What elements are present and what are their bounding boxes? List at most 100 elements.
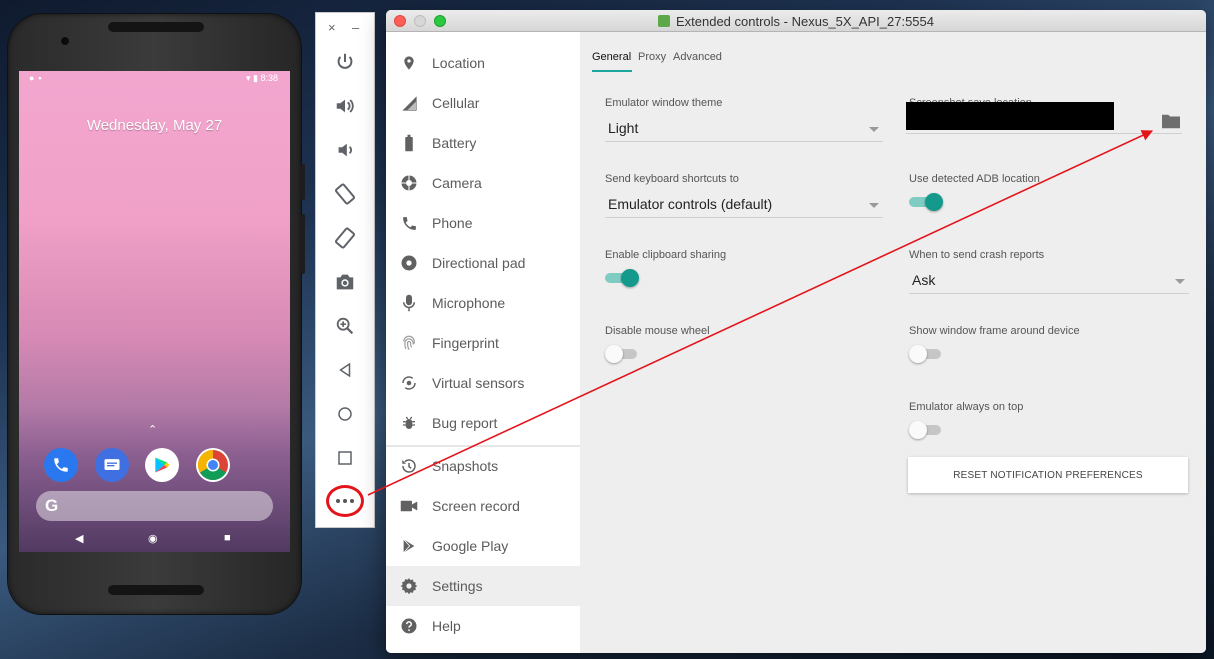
device-nav-bar: ◀ ◉ ■ (19, 528, 290, 552)
android-app-icon (657, 15, 670, 27)
sidebar-item-settings[interactable]: Settings (386, 566, 580, 606)
bottom-speaker (108, 585, 204, 595)
sidebar-item-label: Microphone (432, 295, 506, 311)
phone-icon (386, 203, 432, 243)
window-title: Extended controls - Nexus_5X_API_27:5554 (386, 14, 1206, 29)
tab-advanced[interactable]: Advanced (673, 51, 722, 63)
window-frame-toggle[interactable] (909, 344, 943, 364)
screenshot-path-redacted[interactable] (906, 102, 1114, 130)
tab-active-indicator (592, 70, 632, 72)
phone-icon[interactable] (44, 448, 78, 482)
rotate-left-icon[interactable] (330, 179, 360, 209)
battery-icon (386, 123, 432, 163)
mouse-wheel-toggle[interactable] (605, 344, 639, 364)
nav-back-icon[interactable]: ◀ (75, 532, 83, 545)
extended-controls-sidebar: Location Cellular Battery Camera Phone D… (386, 32, 580, 653)
sidebar-item-fingerprint[interactable]: Fingerprint (386, 323, 580, 363)
emulator-toolbar: × – (315, 12, 375, 528)
messages-icon[interactable] (95, 448, 129, 482)
screenshot-path-underline (906, 133, 1182, 134)
device-frame: ●▪ ▾ ▮ 8:38 Wednesday, May 27 ⌃ G ◀ ◉ ■ (8, 14, 305, 614)
sidebar-item-snapshots[interactable]: Snapshots (386, 446, 580, 486)
overview-icon[interactable] (330, 443, 360, 473)
folder-icon[interactable] (1160, 112, 1182, 130)
clipboard-toggle[interactable] (605, 268, 639, 288)
crash-reports-dropdown[interactable]: Ask (909, 266, 1189, 294)
sidebar-item-phone[interactable]: Phone (386, 203, 580, 243)
google-play-icon (386, 526, 432, 566)
sidebar-item-microphone[interactable]: Microphone (386, 283, 580, 323)
theme-dropdown[interactable]: Light (605, 114, 883, 142)
sidebar-item-label: Help (432, 618, 461, 634)
sidebar-item-cellular[interactable]: Cellular (386, 83, 580, 123)
nav-home-icon[interactable]: ◉ (148, 532, 158, 545)
shortcuts-value: Emulator controls (default) (608, 196, 773, 212)
sidebar-item-google-play[interactable]: Google Play (386, 526, 580, 566)
app-drawer-caret[interactable]: ⌃ (148, 423, 157, 436)
sidebar-item-virtual-sensors[interactable]: Virtual sensors (386, 363, 580, 403)
sidebar-item-label: Google Play (432, 538, 509, 554)
sidebar-item-battery[interactable]: Battery (386, 123, 580, 163)
settings-panel: General Proxy Advanced Emulator window t… (580, 32, 1206, 653)
chrome-icon[interactable] (196, 448, 230, 482)
chevron-down-icon (1175, 279, 1185, 284)
power-icon[interactable] (330, 47, 360, 77)
sidebar-item-label: Virtual sensors (432, 375, 525, 391)
sidebar-item-label: Bug report (432, 415, 498, 431)
microphone-icon (386, 283, 432, 323)
status-time: 8:38 (260, 73, 278, 83)
google-g-icon: G (45, 496, 59, 515)
sidebar-item-help[interactable]: Help (386, 606, 580, 646)
videocam-icon (386, 486, 432, 526)
back-icon[interactable] (330, 355, 360, 385)
adb-toggle[interactable] (909, 192, 943, 212)
home-icon[interactable] (330, 399, 360, 429)
minimize-icon[interactable]: – (352, 20, 359, 35)
close-icon[interactable]: × (328, 20, 336, 35)
sidebar-item-directional-pad[interactable]: Directional pad (386, 243, 580, 283)
sidebar-item-camera[interactable]: Camera (386, 163, 580, 203)
gear-icon (386, 566, 432, 606)
virtual-sensors-icon (386, 363, 432, 403)
status-right: ▾ ▮ 8:38 (245, 73, 278, 83)
volume-down-icon[interactable] (330, 135, 360, 165)
cellular-signal-icon (386, 83, 432, 123)
nav-recents-icon[interactable]: ■ (224, 532, 231, 544)
camera-icon[interactable] (330, 267, 360, 297)
sidebar-item-label: Phone (432, 215, 473, 231)
notification-icons: ●▪ (29, 73, 46, 83)
front-camera (60, 36, 70, 46)
fingerprint-icon (386, 323, 432, 363)
sidebar-item-location[interactable]: Location (386, 43, 580, 83)
rotate-right-icon[interactable] (330, 223, 360, 253)
adb-label: Use detected ADB location (909, 173, 1040, 185)
sidebar-item-label: Location (432, 55, 485, 71)
always-on-top-toggle[interactable] (909, 420, 943, 440)
volume-key (301, 214, 305, 274)
location-pin-icon (386, 43, 432, 83)
window-frame-label: Show window frame around device (909, 325, 1080, 337)
sidebar-item-bug-report[interactable]: Bug report (386, 403, 580, 443)
bug-icon (386, 403, 432, 443)
chevron-down-icon (869, 203, 879, 208)
sidebar-item-screen-record[interactable]: Screen record (386, 486, 580, 526)
theme-label: Emulator window theme (605, 97, 723, 109)
more-icon[interactable] (326, 485, 364, 517)
extended-controls-window: Extended controls - Nexus_5X_API_27:5554… (386, 10, 1206, 653)
sidebar-item-label: Screen record (432, 498, 520, 514)
tab-proxy[interactable]: Proxy (638, 51, 666, 63)
shortcuts-dropdown[interactable]: Emulator controls (default) (605, 190, 883, 218)
device-screen[interactable]: ●▪ ▾ ▮ 8:38 Wednesday, May 27 ⌃ G ◀ ◉ ■ (19, 71, 290, 552)
clipboard-label: Enable clipboard sharing (605, 249, 727, 261)
camera-aperture-icon (386, 163, 432, 203)
play-store-icon[interactable] (145, 448, 179, 482)
zoom-icon[interactable] (330, 311, 360, 341)
crash-reports-value: Ask (912, 272, 936, 288)
sidebar-item-label: Fingerprint (432, 335, 499, 351)
sidebar-item-label: Camera (432, 175, 482, 191)
volume-up-icon[interactable] (330, 91, 360, 121)
crash-reports-label: When to send crash reports (909, 249, 1045, 261)
google-search-bar[interactable]: G (36, 491, 273, 521)
reset-notification-preferences-button[interactable]: RESET NOTIFICATION PREFERENCES (908, 457, 1188, 493)
tab-general[interactable]: General (592, 51, 631, 63)
